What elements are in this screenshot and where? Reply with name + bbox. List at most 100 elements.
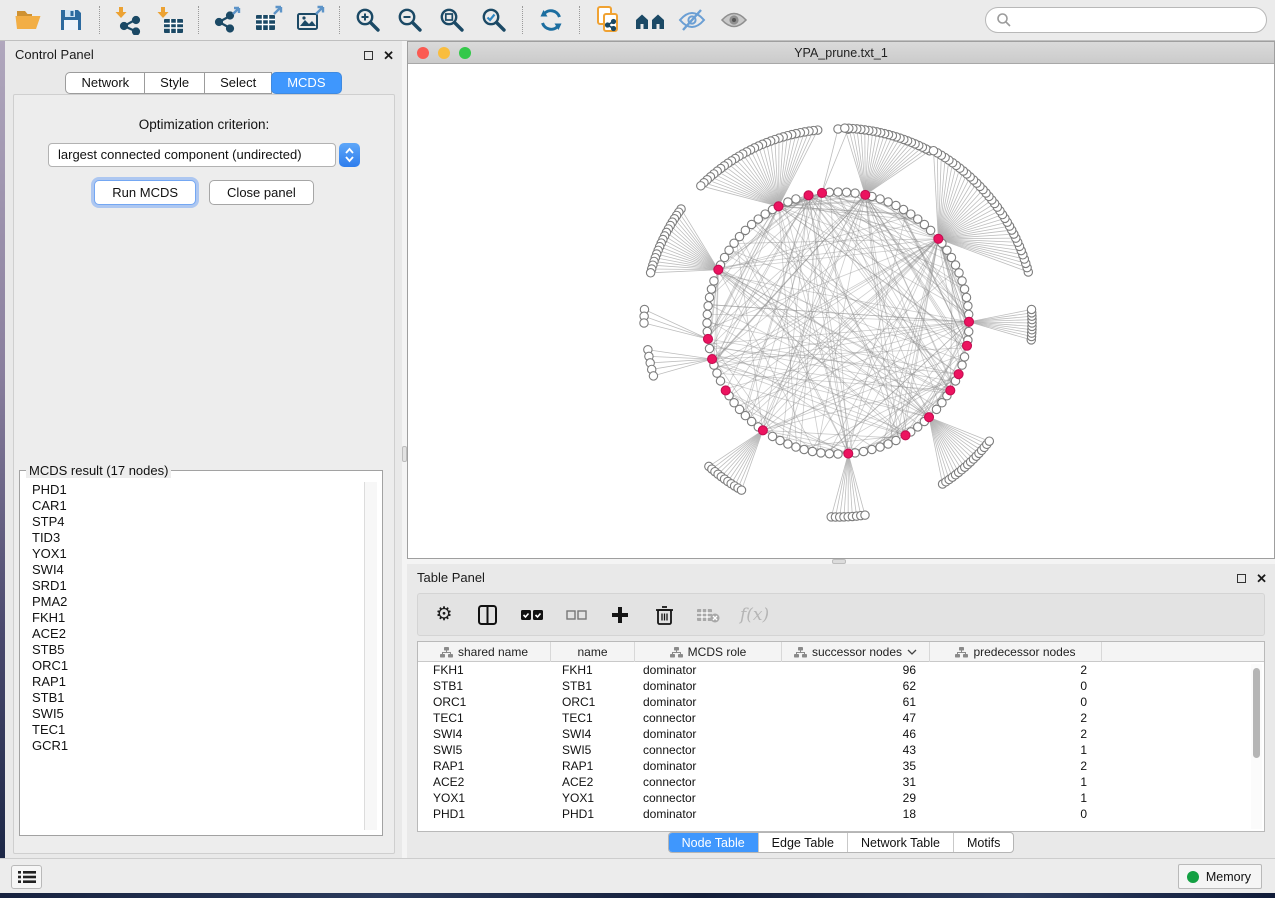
graph-node[interactable] [955,269,963,277]
hide-selected-button[interactable] [671,3,713,37]
tab-network-table[interactable]: Network Table [847,833,953,852]
graph-node[interactable] [705,293,713,301]
network-graph[interactable] [408,64,1274,558]
graph-node[interactable] [964,302,972,310]
graph-node[interactable] [792,195,800,203]
graph-node[interactable] [929,146,937,154]
tab-motifs[interactable]: Motifs [953,833,1013,852]
deselect-all-button[interactable] [564,601,588,629]
zoom-out-button[interactable] [389,3,431,37]
graph-mcds-node[interactable] [934,234,943,243]
graph-mcds-node[interactable] [804,191,813,200]
table-row[interactable]: STB1STB1dominator620 [418,678,1264,694]
mcds-result-item[interactable]: STB5 [25,642,377,658]
criterion-select-stepper[interactable] [339,143,360,167]
graph-mcds-node[interactable] [901,431,910,440]
graph-node[interactable] [705,344,713,352]
mcds-result-item[interactable]: ACE2 [25,626,377,642]
graph-mcds-node[interactable] [946,386,955,395]
graph-node[interactable] [960,353,968,361]
select-all-button[interactable] [520,601,544,629]
graph-mcds-node[interactable] [714,265,723,274]
close-panel-icon[interactable]: ✕ [383,51,394,60]
network-from-selection-button[interactable] [587,3,629,37]
graph-node[interactable] [649,372,657,380]
tab-mcds[interactable]: MCDS [271,72,341,94]
mcds-result-item[interactable]: SRD1 [25,578,377,594]
graph-node[interactable] [851,189,859,197]
network-window-titlebar[interactable]: YPA_prune.txt_1 [408,42,1274,64]
graph-node[interactable] [884,440,892,448]
export-image-button[interactable] [290,3,332,37]
graph-node[interactable] [646,269,654,277]
graph-node[interactable] [825,450,833,458]
graph-node[interactable] [710,277,718,285]
search-input[interactable] [1018,13,1256,28]
table-row[interactable]: SWI5SWI5connector431 [418,742,1264,758]
mcds-result-item[interactable]: PMA2 [25,594,377,610]
graph-node[interactable] [965,327,973,335]
table-row[interactable]: ORC1ORC1dominator610 [418,694,1264,710]
graph-node[interactable] [962,293,970,301]
graph-node[interactable] [841,124,849,132]
mcds-result-item[interactable]: SWI4 [25,562,377,578]
mcds-result-item[interactable]: ORC1 [25,658,377,674]
mcds-result-item[interactable]: STP4 [25,514,377,530]
tab-style[interactable]: Style [144,72,205,94]
table-row[interactable]: YOX1YOX1connector291 [418,790,1264,806]
graph-node[interactable] [703,319,711,327]
graph-node[interactable] [876,443,884,451]
add-column-button[interactable] [608,601,632,629]
mcds-result-item[interactable]: STB1 [25,690,377,706]
table-scrollbar[interactable] [1251,664,1262,829]
criterion-select[interactable]: largest connected component (undirected) [48,143,336,167]
graph-mcds-node[interactable] [925,413,934,422]
graph-node[interactable] [958,361,966,369]
graph-node[interactable] [859,447,867,455]
zoom-fit-button[interactable] [431,3,473,37]
graph-mcds-node[interactable] [818,188,827,197]
graph-node[interactable] [640,319,648,327]
mcds-result-scrollbar[interactable] [364,482,377,830]
graph-node[interactable] [876,195,884,203]
mcds-result-item[interactable]: GCR1 [25,738,377,754]
column-header-name[interactable]: name [551,642,635,662]
export-network-button[interactable] [206,3,248,37]
graph-mcds-node[interactable] [964,317,973,326]
float-panel-icon[interactable] [364,51,373,60]
float-panel-icon[interactable] [1237,574,1246,583]
mcds-result-item[interactable]: CAR1 [25,498,377,514]
column-header-shared-name[interactable]: shared name [418,642,551,662]
table-row[interactable]: ACE2ACE2connector311 [418,774,1264,790]
mcds-result-item[interactable]: YOX1 [25,546,377,562]
graph-mcds-node[interactable] [721,386,730,395]
memory-button[interactable]: Memory [1178,864,1262,889]
graph-mcds-node[interactable] [963,341,972,350]
close-panel-button[interactable]: Close panel [209,180,314,205]
graph-node[interactable] [716,377,724,385]
table-row[interactable]: RAP1RAP1dominator352 [418,758,1264,774]
delete-column-button[interactable] [652,601,676,629]
column-header-mcds-role[interactable]: MCDS role [635,642,782,662]
table-row[interactable]: PHD1PHD1dominator180 [418,806,1264,822]
mcds-result-item[interactable]: PHD1 [25,482,377,498]
save-session-button[interactable] [50,3,92,37]
graph-node[interactable] [892,436,900,444]
table-row[interactable]: FKH1FKH1dominator962 [418,662,1264,678]
import-table-button[interactable] [149,3,191,37]
graph-node[interactable] [776,436,784,444]
window-close-button[interactable] [417,47,429,59]
zoom-in-button[interactable] [347,3,389,37]
graph-mcds-node[interactable] [774,202,783,211]
table-settings-button[interactable]: ⚙ [432,601,456,629]
graph-node[interactable] [808,447,816,455]
graph-node[interactable] [800,445,808,453]
tab-network[interactable]: Network [65,72,145,94]
graph-node[interactable] [868,445,876,453]
mcds-result-item[interactable]: SWI5 [25,706,377,722]
show-columns-button[interactable] [476,601,500,629]
graph-node[interactable] [834,450,842,458]
tab-edge-table[interactable]: Edge Table [758,833,847,852]
graph-node[interactable] [861,511,869,519]
graph-mcds-node[interactable] [954,370,963,379]
